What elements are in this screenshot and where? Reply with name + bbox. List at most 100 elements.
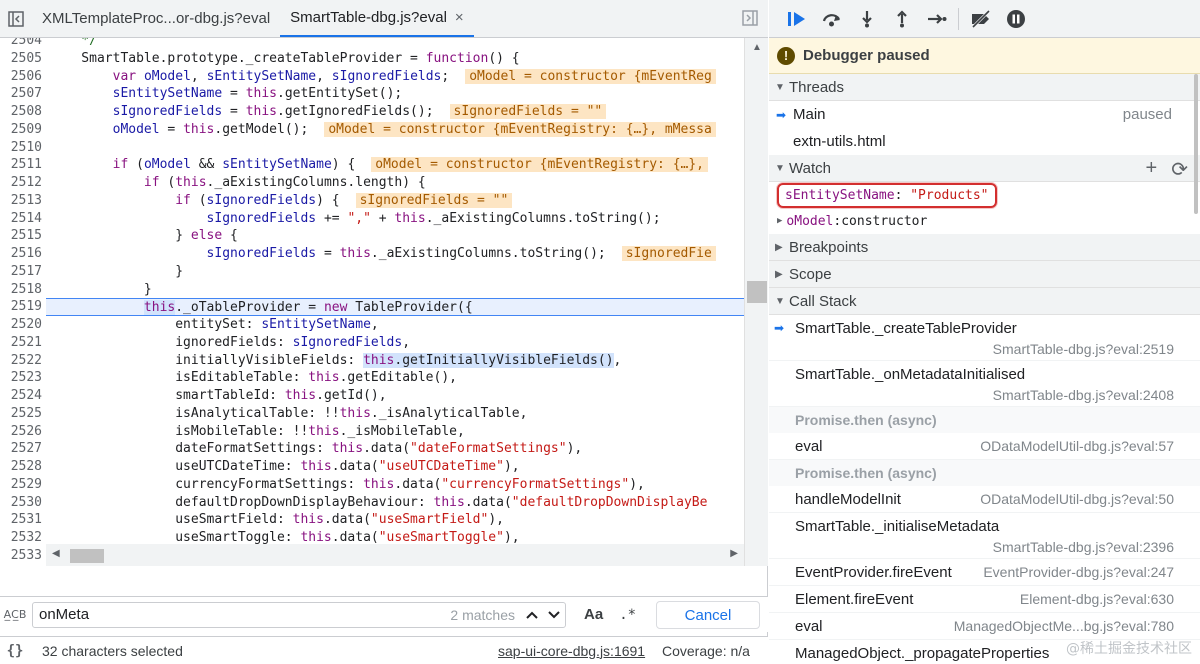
line-number[interactable]: 2522 (0, 352, 46, 370)
code-lines[interactable]: */ SmartTable.prototype._createTableProv… (46, 38, 744, 566)
previous-match-button[interactable] (521, 604, 543, 626)
deactivate-breakpoints-button[interactable] (963, 4, 998, 34)
code-line: if (sIgnoredFields) {sIgnoredFields = "" (46, 192, 744, 210)
watch-value: "Products" (910, 187, 989, 203)
line-number[interactable]: 2507 (0, 85, 46, 103)
watch-item[interactable]: ▶ oModel: constructor (769, 208, 1200, 234)
line-number[interactable]: 2506 (0, 68, 46, 86)
call-frame[interactable]: SmartTable._onMetadataInitialised SmartTa… (769, 361, 1200, 407)
thread-item-main[interactable]: ➡ Main paused (769, 101, 1200, 128)
line-number[interactable]: 2525 (0, 405, 46, 423)
code-line: useUTCDateTime: this.data("useUTCDateTim… (50, 459, 520, 474)
frame-location: EventProvider-dbg.js?eval:247 (983, 564, 1174, 580)
line-number[interactable]: 2528 (0, 458, 46, 476)
regex-toggle[interactable]: .* (619, 607, 636, 623)
line-number[interactable]: 2529 (0, 476, 46, 494)
section-scope[interactable]: ▶ Scope (769, 261, 1200, 288)
editor-status-bar: {} 32 characters selected sap-ui-core-db… (0, 636, 768, 664)
call-frame[interactable]: eval ODataModelUtil-dbg.js?eval:57 (769, 433, 1200, 460)
scroll-right-icon[interactable]: ▶ (730, 548, 738, 559)
current-execution-line: this._oTableProvider = new TableProvider… (46, 298, 744, 316)
thread-item-extn-utils[interactable]: extn-utils.html (769, 128, 1200, 155)
section-watch[interactable]: ▼ Watch + ⟳ (769, 155, 1200, 182)
search-field[interactable]: 2 matches (32, 601, 566, 628)
frame-name: Promise.then (async) (795, 465, 937, 481)
section-threads[interactable]: ▼ Threads (769, 74, 1200, 101)
call-frame[interactable]: Element.fireEvent Element-dbg.js?eval:630 (769, 586, 1200, 613)
toggle-debugger-button[interactable] (742, 10, 758, 29)
code-line: var oModel, sEntitySetName, sIgnoredFiel… (46, 68, 744, 86)
section-breakpoints[interactable]: ▶ Breakpoints (769, 234, 1200, 261)
collapsed-triangle-icon[interactable]: ▶ (777, 216, 782, 226)
line-number[interactable]: 2516 (0, 245, 46, 263)
line-number[interactable]: 2509 (0, 121, 46, 139)
scrollbar-thumb[interactable] (70, 549, 104, 563)
replace-toggle-icon[interactable]: A̲C̲B (0, 608, 30, 621)
line-number[interactable]: 2505 (0, 50, 46, 68)
call-frame[interactable]: EventProvider.fireEvent EventProvider-dbg… (769, 559, 1200, 586)
match-case-toggle[interactable]: Aa (584, 606, 603, 623)
highlighted-watch-expression[interactable]: sEntitySetName: "Products" (777, 182, 997, 208)
section-call-stack[interactable]: ▼ Call Stack (769, 288, 1200, 315)
line-number[interactable]: 2526 (0, 423, 46, 441)
line-number[interactable]: 2513 (0, 192, 46, 210)
frame-name: eval (795, 438, 823, 455)
pretty-print-button[interactable]: {} (0, 643, 30, 659)
resume-button[interactable] (779, 4, 814, 34)
code-editor[interactable]: 2504 2505 2506 2507 2508 2509 2510 2511 2512 2513… (0, 38, 768, 566)
section-title: Breakpoints (789, 238, 869, 256)
thread-state: paused (1122, 106, 1172, 123)
tab-smarttable[interactable]: SmartTable-dbg.js?eval × (280, 0, 474, 37)
line-number[interactable]: 2523 (0, 369, 46, 387)
scroll-up-icon[interactable]: ▲ (752, 42, 762, 53)
close-tab-icon[interactable]: × (455, 9, 464, 26)
toggle-navigator-button[interactable] (0, 0, 32, 37)
line-number[interactable]: 2519 (0, 298, 46, 316)
scrollbar-thumb[interactable] (1194, 74, 1198, 214)
line-number[interactable]: 2510 (0, 139, 46, 157)
call-frame[interactable]: eval ManagedObjectMe...bg.js?eval:780 (769, 613, 1200, 640)
source-location-link[interactable]: sap-ui-core-dbg.js:1691 (498, 643, 645, 659)
editor-vertical-scrollbar[interactable]: ▲ (744, 38, 768, 566)
scrollbar-thumb[interactable] (747, 281, 767, 303)
sidebar-scrollbar[interactable] (1192, 74, 1200, 214)
line-number-gutter[interactable]: 2504 2505 2506 2507 2508 2509 2510 2511 2512 2513… (0, 38, 46, 566)
line-number[interactable]: 2512 (0, 174, 46, 192)
line-number[interactable]: 2533 (0, 547, 46, 565)
refresh-watch-icon[interactable]: ⟳ (1171, 157, 1188, 182)
pause-exceptions-icon (1006, 9, 1025, 28)
line-number[interactable]: 2521 (0, 334, 46, 352)
add-watch-expression-icon[interactable]: + (1146, 157, 1158, 182)
next-match-button[interactable] (543, 604, 565, 626)
call-frame[interactable]: handleModelInit ODataModelUtil-dbg.js?eva… (769, 486, 1200, 513)
step-over-button[interactable] (814, 4, 849, 34)
line-number[interactable]: 2524 (0, 387, 46, 405)
line-number[interactable]: 2511 (0, 156, 46, 174)
line-number[interactable]: 2532 (0, 529, 46, 547)
line-number[interactable]: 2531 (0, 511, 46, 529)
call-frame[interactable]: SmartTable._initialiseMetadata SmartTable… (769, 513, 1200, 559)
tab-xmltemplateprocessor[interactable]: XMLTemplateProc...or-dbg.js?eval (32, 0, 280, 37)
line-number[interactable]: 2534 (0, 565, 46, 567)
line-number[interactable]: 2514 (0, 210, 46, 228)
code-line: if (oModel && sEntitySetName) {oModel = … (46, 156, 744, 174)
line-number[interactable]: 2508 (0, 103, 46, 121)
step-icon (927, 13, 946, 24)
cancel-search-button[interactable]: Cancel (656, 601, 760, 629)
step-button[interactable] (919, 4, 954, 34)
line-number[interactable]: 2504 (0, 38, 46, 50)
line-number[interactable]: 2517 (0, 263, 46, 281)
editor-horizontal-scrollbar[interactable]: ◀ ▶ (46, 544, 744, 566)
line-number[interactable]: 2527 (0, 440, 46, 458)
line-number[interactable]: 2518 (0, 281, 46, 299)
search-input[interactable] (33, 602, 451, 627)
line-number[interactable]: 2520 (0, 316, 46, 334)
line-number[interactable]: 2530 (0, 494, 46, 512)
watch-item[interactable]: sEntitySetName: "Products" (769, 182, 1200, 208)
line-number[interactable]: 2515 (0, 227, 46, 245)
step-out-button[interactable] (884, 4, 919, 34)
pause-on-exceptions-button[interactable] (998, 4, 1033, 34)
step-into-button[interactable] (849, 4, 884, 34)
call-frame[interactable]: ➡ SmartTable._createTableProvider SmartTab… (769, 315, 1200, 361)
scroll-left-icon[interactable]: ◀ (52, 548, 60, 559)
